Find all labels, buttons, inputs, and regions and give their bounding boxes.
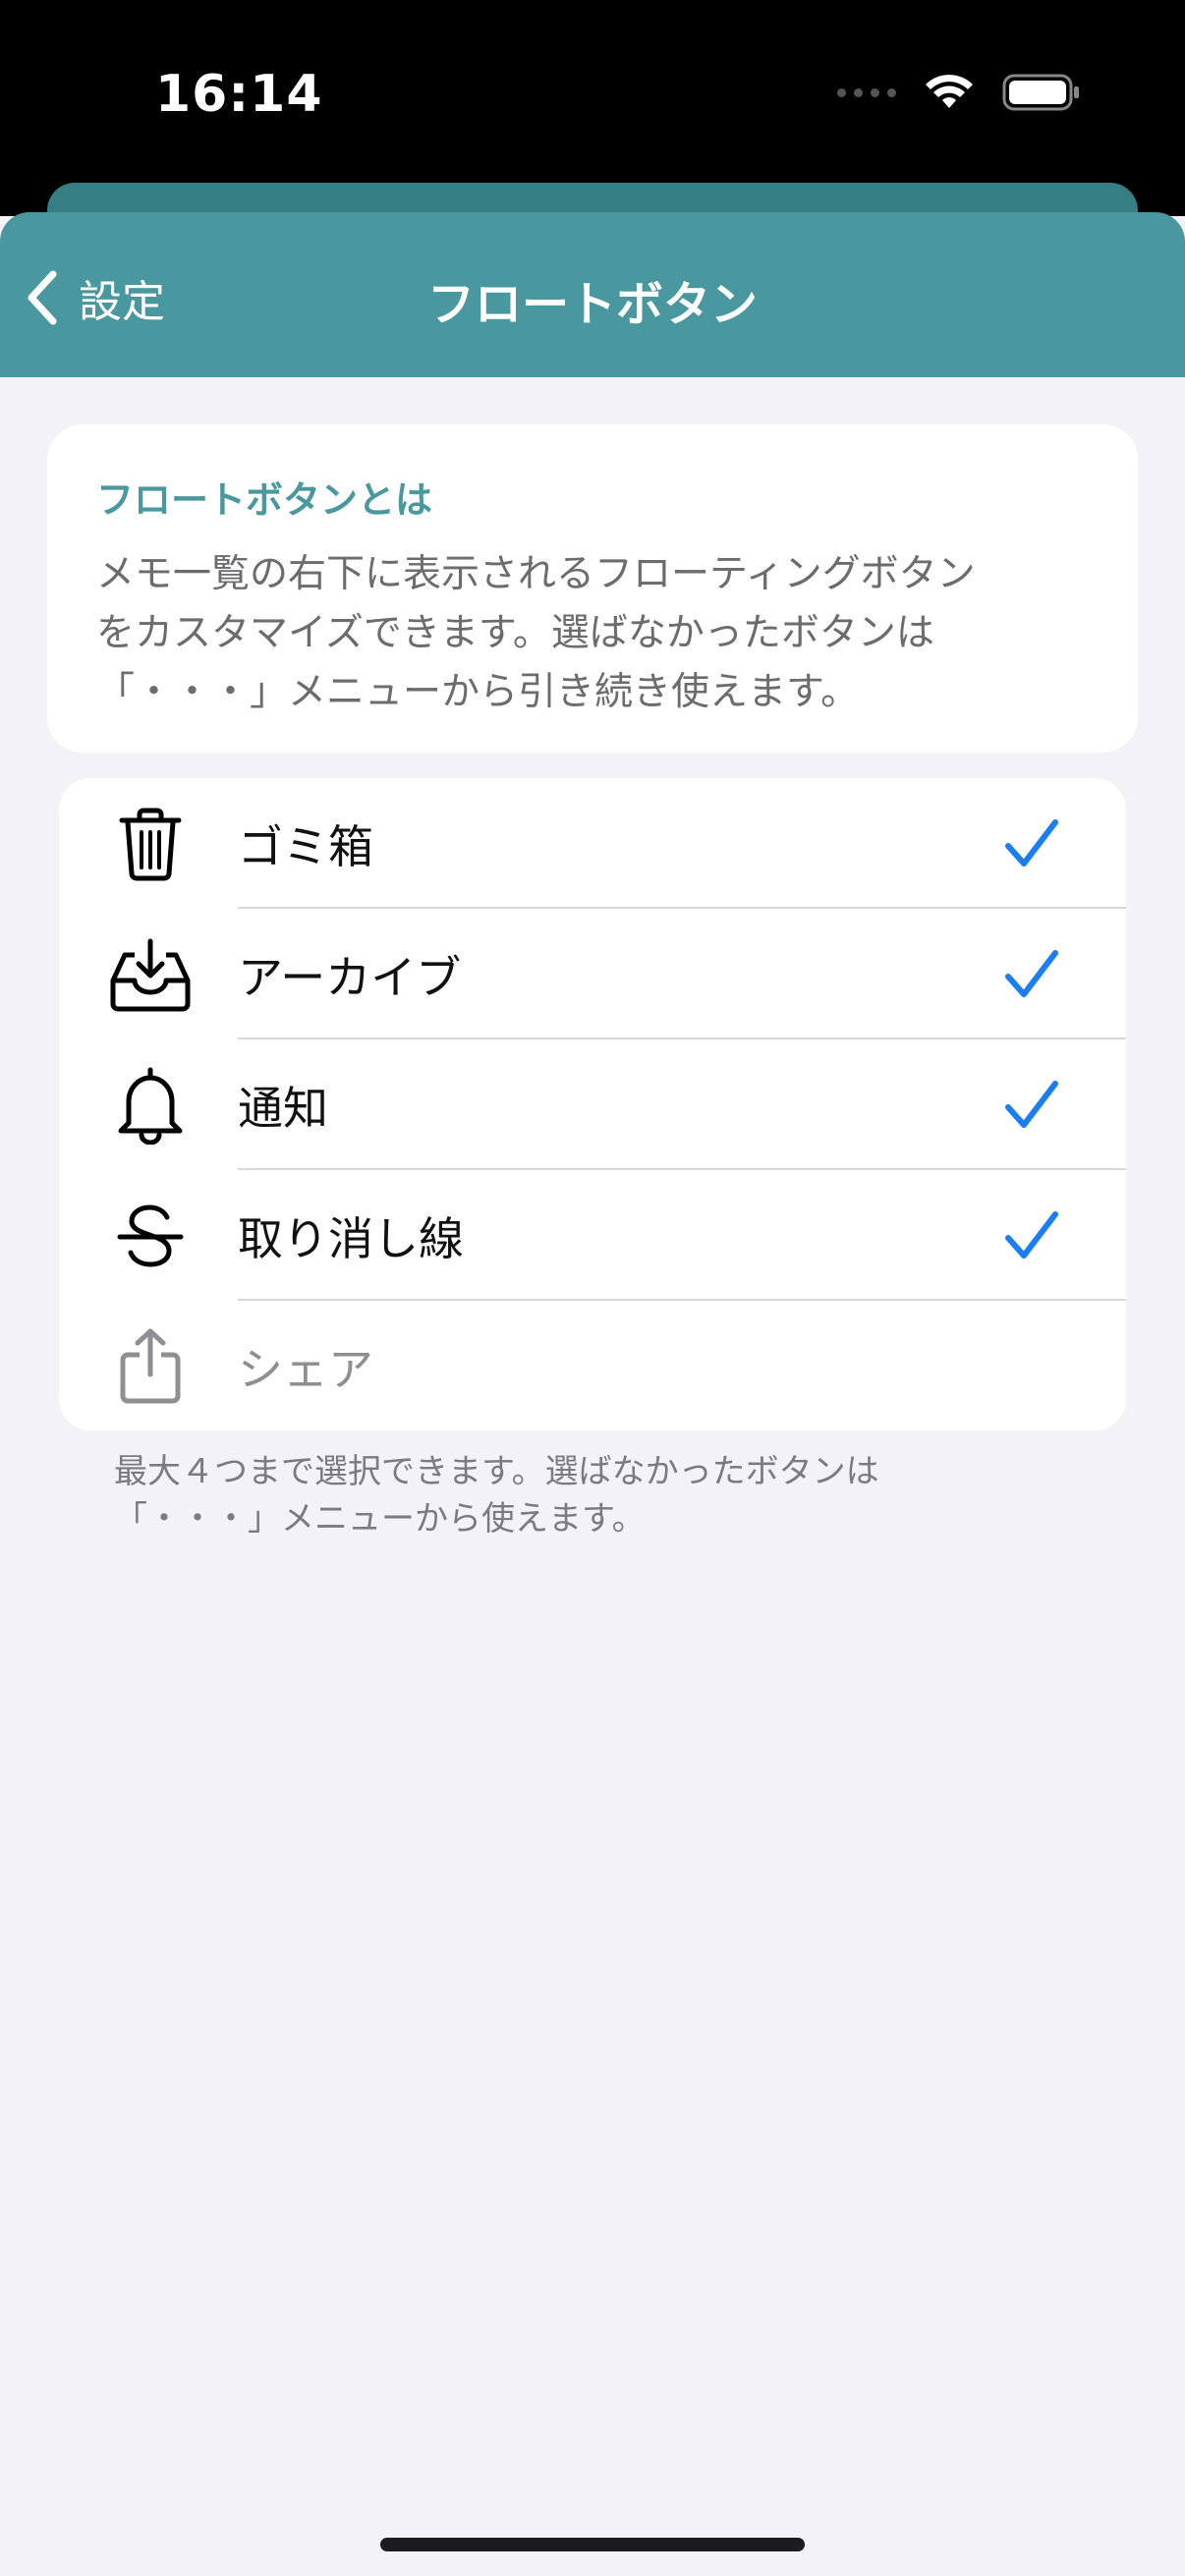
checkmark-icon <box>1005 1210 1058 1259</box>
checkmark-icon <box>1005 818 1058 867</box>
wifi-icon <box>926 75 973 108</box>
option-row-notification[interactable]: 通知 <box>59 1039 1126 1170</box>
info-line: 「・・・」メニューから引き続き使えます。 <box>96 670 860 714</box>
option-label: アーカイブ <box>238 950 462 1004</box>
archive-tray-icon <box>108 932 193 1017</box>
option-row-share[interactable]: シェア <box>59 1301 1126 1430</box>
option-row-strikethrough[interactable]: 取り消し線 <box>59 1170 1126 1301</box>
float-button-options-list: ゴミ箱 アーカイブ 通知 取り消し線 シェア <box>59 778 1126 1430</box>
bell-icon <box>108 1063 193 1148</box>
page-title: フロートボタン <box>426 277 758 332</box>
info-line: メモ一覧の右下に表示されるフローティングボタン <box>96 552 976 596</box>
option-row-archive[interactable]: アーカイブ <box>59 909 1126 1039</box>
info-line: をカスタマイズできます。選ばなかったボタンは <box>96 611 934 655</box>
signal-dots-icon <box>837 87 896 97</box>
footnote-line: 「・・・」メニューから使えます。 <box>114 1499 646 1539</box>
option-label: 通知 <box>238 1081 328 1135</box>
option-label: 取り消し線 <box>238 1211 464 1265</box>
trash-icon <box>108 802 193 886</box>
battery-icon <box>1002 74 1079 111</box>
share-icon <box>108 1324 193 1409</box>
navigation-bar: 設定 フロートボタン <box>0 212 1185 377</box>
footnote-line: 最大４つまで選択できます。選ばなかったボタンは <box>114 1452 879 1491</box>
strikethrough-icon <box>108 1194 193 1278</box>
footnote: 最大４つまで選択できます。選ばなかったボタンは 「・・・」メニューから使えます。 <box>114 1448 1097 1542</box>
status-time: 16:14 <box>155 65 323 124</box>
info-description: メモ一覧の右下に表示されるフローティングボタン をカスタマイズできます。選ばなか… <box>96 545 1089 722</box>
status-icons <box>837 73 1081 112</box>
option-row-trash[interactable]: ゴミ箱 <box>59 778 1126 909</box>
checkmark-icon <box>1005 1080 1058 1128</box>
info-card: フロートボタンとは メモ一覧の右下に表示されるフローティングボタン をカスタマイ… <box>47 424 1138 753</box>
option-label: ゴミ箱 <box>238 819 373 873</box>
checkmark-icon <box>1005 949 1058 997</box>
option-label: シェア <box>238 1342 373 1396</box>
home-indicator[interactable] <box>380 2538 805 2551</box>
info-title: フロートボタンとは <box>96 478 433 522</box>
